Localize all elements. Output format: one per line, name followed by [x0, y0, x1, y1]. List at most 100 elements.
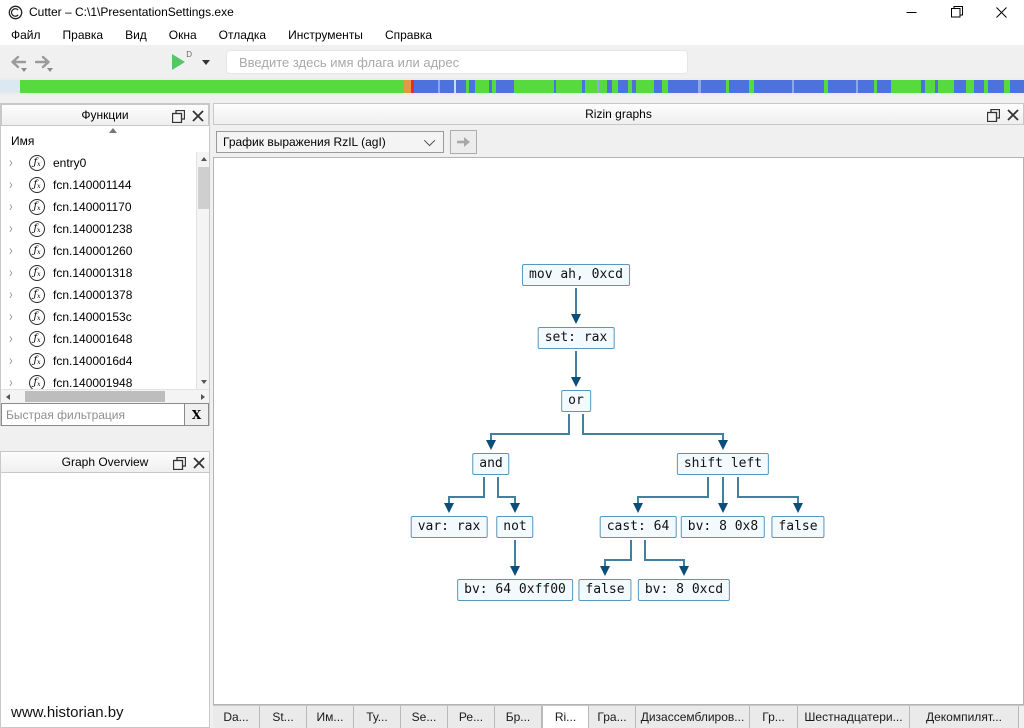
function-row[interactable]: ›ƒxfcn.1400016d4	[1, 350, 196, 372]
expand-chevron-icon[interactable]: ›	[9, 375, 19, 389]
close-panel-icon[interactable]	[1007, 109, 1019, 121]
function-row[interactable]: ›ƒxfcn.140001378	[1, 284, 196, 306]
function-row[interactable]: ›ƒxfcn.140001238	[1, 218, 196, 240]
tab-3[interactable]: Ту...	[354, 706, 401, 728]
graph-edge-shift-false1	[738, 477, 798, 511]
search-input[interactable]	[226, 50, 688, 74]
close-panel-icon[interactable]	[192, 110, 204, 122]
graph-node-shift[interactable]: shift left	[677, 453, 769, 475]
expand-chevron-icon[interactable]: ›	[9, 287, 19, 303]
graph-node-false2[interactable]: false	[578, 579, 631, 601]
expand-chevron-icon[interactable]: ›	[9, 331, 19, 347]
functions-horizontal-scrollbar[interactable]	[1, 389, 209, 403]
graph-node-bv8a[interactable]: bv: 8 0x8	[681, 516, 765, 538]
restore-button[interactable]	[934, 0, 979, 24]
tab-4[interactable]: Se...	[401, 706, 448, 728]
function-row[interactable]: ›ƒxentry0	[1, 152, 196, 174]
debug-dropdown-caret[interactable]	[202, 60, 210, 65]
function-row[interactable]: ›ƒxfcn.14000153c	[1, 306, 196, 328]
memory-segment	[988, 80, 1004, 93]
memory-segment	[475, 80, 489, 93]
quick-filter-row: X	[1, 403, 209, 426]
play-icon	[172, 54, 185, 70]
tab-11[interactable]: Шестнадцатери...	[798, 706, 910, 728]
menu-item-6[interactable]: Справка	[374, 25, 443, 45]
menu-item-3[interactable]: Окна	[158, 25, 208, 45]
horizontal-scroll-thumb[interactable]	[25, 391, 165, 402]
rizin-graphs-header[interactable]: Rizin graphs	[213, 103, 1024, 125]
graph-type-select[interactable]: График выражения RzIL (agI)	[216, 131, 444, 153]
tab-12[interactable]: Декомпилят...	[910, 706, 1019, 728]
graph-node-bv64[interactable]: bv: 64 0xff00	[457, 579, 573, 601]
vertical-scroll-thumb[interactable]	[198, 167, 209, 209]
functions-vertical-scrollbar[interactable]	[196, 152, 209, 389]
function-icon: ƒx	[29, 331, 45, 347]
tab-8[interactable]: Гра...	[589, 706, 636, 728]
clear-filter-button[interactable]: X	[185, 403, 209, 426]
back-button[interactable]	[6, 51, 28, 73]
expand-chevron-icon[interactable]: ›	[9, 309, 19, 325]
memory-segment	[618, 80, 628, 93]
tab-10[interactable]: Гр...	[750, 706, 798, 728]
functions-column-header[interactable]: Имя	[1, 126, 209, 152]
scroll-up-arrow[interactable]	[197, 152, 209, 166]
minimize-button[interactable]	[889, 0, 934, 24]
close-panel-icon[interactable]	[193, 457, 205, 469]
quick-filter-input[interactable]	[1, 403, 185, 426]
menu-item-1[interactable]: Правка	[52, 25, 115, 45]
float-panel-icon[interactable]	[172, 110, 185, 123]
function-row[interactable]: ›ƒxfcn.140001260	[1, 240, 196, 262]
scroll-right-arrow[interactable]	[196, 391, 209, 402]
functions-panel-header[interactable]: Функции	[1, 104, 209, 126]
scroll-down-arrow[interactable]	[197, 375, 209, 389]
forward-button[interactable]	[32, 51, 54, 73]
tab-6[interactable]: Бр...	[495, 706, 542, 728]
menu-item-2[interactable]: Вид	[114, 25, 158, 45]
expand-chevron-icon[interactable]: ›	[9, 353, 19, 369]
function-icon: ƒx	[29, 199, 45, 215]
expand-chevron-icon[interactable]: ›	[9, 243, 19, 259]
expand-chevron-icon[interactable]: ›	[9, 177, 19, 193]
render-graph-button[interactable]	[450, 130, 477, 154]
graph-node-bv8b[interactable]: bv: 8 0xcd	[638, 579, 730, 601]
functions-list-body: Имя ›ƒxentry0›ƒxfcn.140001144 ›ƒxfcn.1400…	[1, 126, 209, 389]
menu-item-5[interactable]: Инструменты	[277, 25, 374, 45]
graph-canvas[interactable]: mov ah, 0xcd set: rax or and shift left var: …	[213, 157, 1024, 705]
tab-0[interactable]: Da...	[213, 706, 260, 728]
memory-map-strip	[0, 78, 1024, 95]
expand-chevron-icon[interactable]: ›	[9, 221, 19, 237]
tab-1[interactable]: St...	[260, 706, 307, 728]
graph-node-var[interactable]: var: rax	[411, 516, 488, 538]
graph-node-or[interactable]: or	[561, 390, 591, 412]
tab-9[interactable]: Дизассемблиров...	[636, 706, 750, 728]
function-row[interactable]: ›ƒxfcn.140001170	[1, 196, 196, 218]
function-row[interactable]: ›ƒxfcn.140001318	[1, 262, 196, 284]
graph-node-cast[interactable]: cast: 64	[600, 516, 677, 538]
graph-node-set[interactable]: set: rax	[538, 327, 615, 349]
function-row[interactable]: ›ƒxfcn.140001648	[1, 328, 196, 350]
tab-5[interactable]: Ре...	[448, 706, 495, 728]
function-row[interactable]: ›ƒxfcn.140001144	[1, 174, 196, 196]
tab-7[interactable]: Ri...	[542, 706, 589, 728]
float-panel-icon[interactable]	[987, 109, 1000, 122]
memory-map-bar[interactable]	[0, 80, 1024, 93]
graph-node-mov[interactable]: mov ah, 0xcd	[522, 264, 630, 286]
memory-segment	[404, 80, 411, 93]
memory-segment	[858, 80, 874, 93]
expand-chevron-icon[interactable]: ›	[9, 155, 19, 171]
debug-start-button[interactable]: D	[172, 51, 194, 73]
expand-chevron-icon[interactable]: ›	[9, 199, 19, 215]
graph-node-false1[interactable]: false	[771, 516, 824, 538]
tab-2[interactable]: Им...	[307, 706, 354, 728]
close-button[interactable]	[979, 0, 1024, 24]
graph-node-and[interactable]: and	[472, 453, 509, 475]
function-row[interactable]: ›ƒxfcn.140001948	[1, 372, 196, 389]
graph-overview-header[interactable]: Graph Overview	[0, 451, 210, 473]
expand-chevron-icon[interactable]: ›	[9, 265, 19, 281]
menu-item-4[interactable]: Отладка	[208, 25, 277, 45]
menu-item-0[interactable]: Файл	[0, 25, 52, 45]
graph-node-not[interactable]: not	[496, 516, 533, 538]
float-panel-icon[interactable]	[173, 457, 186, 470]
scroll-left-arrow[interactable]	[1, 391, 14, 402]
graph-overview-canvas[interactable]: www.historian.by	[0, 473, 210, 728]
